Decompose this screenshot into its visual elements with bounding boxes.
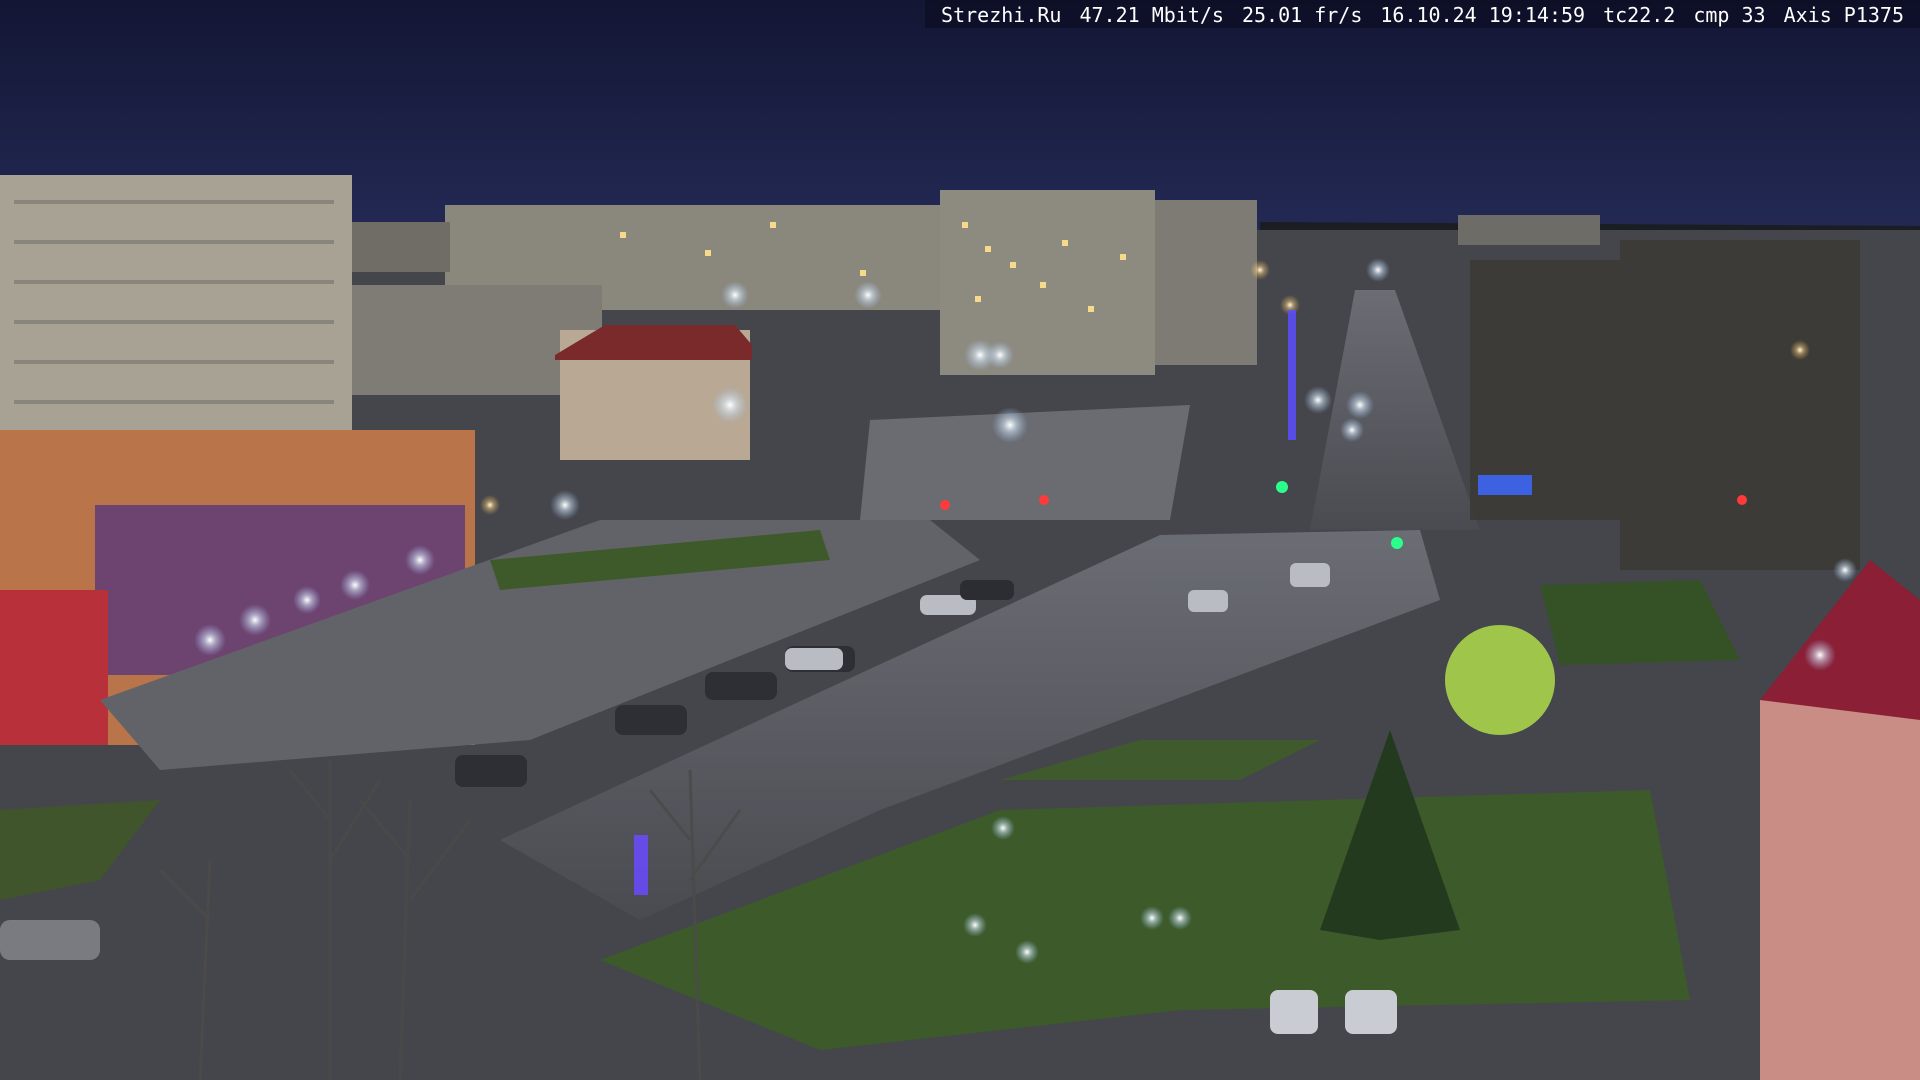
apartment-block-far-left: [350, 222, 450, 272]
apartment-block-right: [1155, 200, 1257, 365]
shopping-centre-red-wing: [0, 590, 108, 745]
apartment-block-distant-right: [1458, 215, 1600, 245]
overlay-temperature: tc22.2: [1603, 3, 1676, 27]
green-birch-tree: [1445, 625, 1555, 735]
webcam-scene: [0, 0, 1920, 1080]
camera-viewport: Strezhi.Ru 47.21 Mbit/s 25.01 fr/s 16.10…: [0, 0, 1920, 1080]
overlay-compression: cmp 33: [1693, 3, 1766, 27]
overlay-bitrate: 47.21 Mbit/s: [1079, 3, 1224, 27]
camera-overlay: Strezhi.Ru 47.21 Mbit/s 25.01 fr/s 16.10…: [925, 0, 1920, 28]
overlay-datetime: 16.10.24 19:14:59: [1380, 3, 1586, 27]
overlay-site: Strezhi.Ru: [941, 3, 1062, 27]
overlay-camera-model: Axis P1375: [1783, 3, 1904, 27]
overlay-framerate: 25.01 fr/s: [1241, 3, 1363, 27]
building-right-edge: [1760, 700, 1920, 1080]
